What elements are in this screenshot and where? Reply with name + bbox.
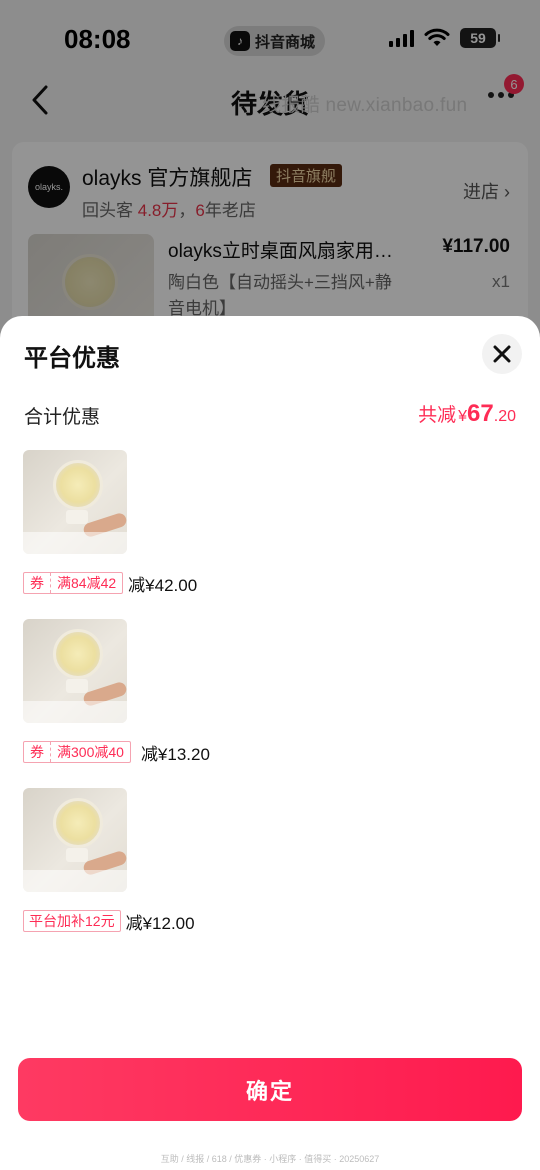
discount-item: 平台加补12元 减¥12.00 (23, 788, 513, 938)
discount-detail-row: 平台加补12元 减¥12.00 (23, 909, 195, 933)
discount-item: 券 满300减40 减¥13.20 (23, 619, 513, 769)
coupon-desc: 满300减40 (57, 744, 124, 760)
total-integer: 67 (467, 400, 494, 427)
total-discount-row: 合计优惠 共减 ¥ 67 .20 (24, 400, 516, 430)
subsidy-desc: 平台加补12元 (29, 913, 115, 929)
platform-subsidy-tag: 平台加补12元 (23, 910, 121, 932)
total-decimal: .20 (493, 408, 516, 425)
discount-item: 券 满84减42 减¥42.00 (23, 450, 513, 600)
discount-amount: 减¥12.00 (125, 913, 195, 933)
total-currency: ¥ (458, 408, 468, 425)
discount-detail-row: 券 满300减40 减¥13.20 (23, 740, 210, 764)
total-prefix: 共减 (418, 405, 457, 426)
discount-product-thumbnail (23, 788, 127, 892)
discount-amount: 减¥42.00 (128, 575, 198, 595)
sheet-title: 平台优惠 (24, 345, 120, 372)
close-icon (493, 345, 511, 363)
confirm-button[interactable]: 确定 (18, 1058, 522, 1121)
coupon-tag: 券 满300减40 (23, 741, 131, 763)
total-discount-label: 合计优惠 (24, 407, 101, 428)
discount-product-thumbnail (23, 619, 127, 723)
discount-detail-row: 券 满84减42 减¥42.00 (23, 571, 197, 595)
fan-image (53, 798, 103, 848)
coupon-kind: 券 (24, 742, 51, 762)
fan-image (53, 629, 103, 679)
coupon-kind: 券 (24, 573, 51, 593)
coupon-desc: 满84减42 (57, 575, 117, 591)
fan-image (53, 460, 103, 510)
discount-product-thumbnail (23, 450, 127, 554)
close-button[interactable] (482, 334, 522, 374)
total-discount-amount: 共减 ¥ 67 .20 (418, 400, 516, 428)
footer-watermark-note: 互助 / 线报 / 618 / 优惠券 · 小程序 · 值得买 · 202506… (160, 1154, 380, 1164)
coupon-tag: 券 满84减42 (23, 572, 124, 594)
platform-discount-sheet: 平台优惠 合计优惠 共减 ¥ 67 .20 券 满84减42 减¥42.00 券… (0, 316, 540, 1170)
discount-amount: 减¥13.20 (140, 744, 210, 764)
